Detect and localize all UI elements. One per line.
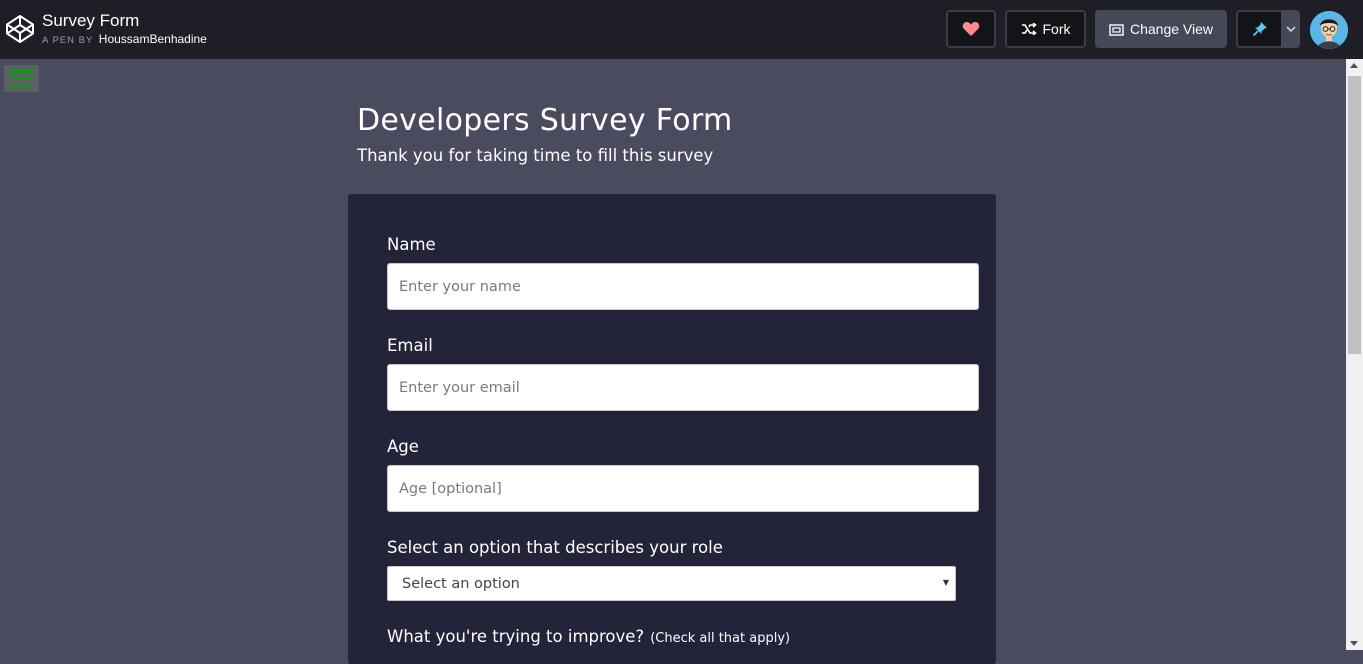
- menu-bar-icon: [10, 84, 33, 88]
- scroll-thumb[interactable]: [1348, 76, 1361, 354]
- pen-byline: A PEN BY HoussamBenhadine: [42, 32, 207, 46]
- love-button[interactable]: [946, 10, 996, 48]
- improve-hint: (Check all that apply): [650, 631, 791, 646]
- fork-label: Fork: [1042, 21, 1071, 37]
- menu-bar-icon: [10, 69, 33, 73]
- email-label: Email: [387, 336, 433, 355]
- dropdown-arrow-icon: ▼: [942, 578, 949, 587]
- age-input[interactable]: [387, 465, 979, 512]
- pen-by-label: A PEN BY: [42, 35, 94, 46]
- change-view-label: Change View: [1129, 21, 1214, 37]
- change-view-icon: [1109, 23, 1124, 36]
- page-scrollbar[interactable]: [1346, 59, 1363, 650]
- chevron-down-icon: [1285, 25, 1296, 32]
- name-input[interactable]: [387, 263, 979, 310]
- menu-bar-icon: [10, 76, 33, 81]
- role-label: Select an option that describes your rol…: [387, 538, 723, 557]
- pin-button[interactable]: [1236, 10, 1281, 48]
- role-dropdown[interactable]: Select an option ▼: [387, 566, 956, 601]
- improve-question: What you're trying to improve?: [387, 627, 645, 646]
- survey-form: Name Email Age Select an option that des…: [348, 194, 996, 664]
- author-link[interactable]: HoussamBenhadine: [99, 32, 207, 46]
- heart-icon: [962, 22, 980, 36]
- codepen-header: Survey Form A PEN BY HoussamBenhadine Fo…: [0, 0, 1363, 59]
- change-view-button[interactable]: Change View: [1095, 10, 1227, 48]
- age-label: Age: [387, 437, 419, 456]
- codepen-logo-icon[interactable]: [5, 14, 35, 44]
- scroll-down-arrow-icon[interactable]: [1350, 641, 1358, 646]
- scroll-up-arrow-icon[interactable]: [1350, 63, 1358, 68]
- user-avatar[interactable]: [1310, 11, 1348, 49]
- pin-icon: [1252, 22, 1267, 37]
- menu-toggle-button[interactable]: [4, 65, 39, 92]
- user-avatar-icon: [1310, 11, 1348, 49]
- pin-dropdown-button[interactable]: [1281, 10, 1300, 48]
- pen-title[interactable]: Survey Form: [42, 11, 139, 31]
- name-label: Name: [387, 235, 436, 254]
- survey-title: Developers Survey Form: [357, 103, 733, 138]
- improve-label: What you're trying to improve? (Check all…: [387, 627, 790, 649]
- role-selected-value: Select an option: [402, 575, 520, 592]
- survey-description: Thank you for taking time to fill this s…: [357, 146, 714, 165]
- fork-icon: [1021, 23, 1037, 35]
- fork-button[interactable]: Fork: [1005, 10, 1086, 48]
- email-input[interactable]: [387, 364, 979, 411]
